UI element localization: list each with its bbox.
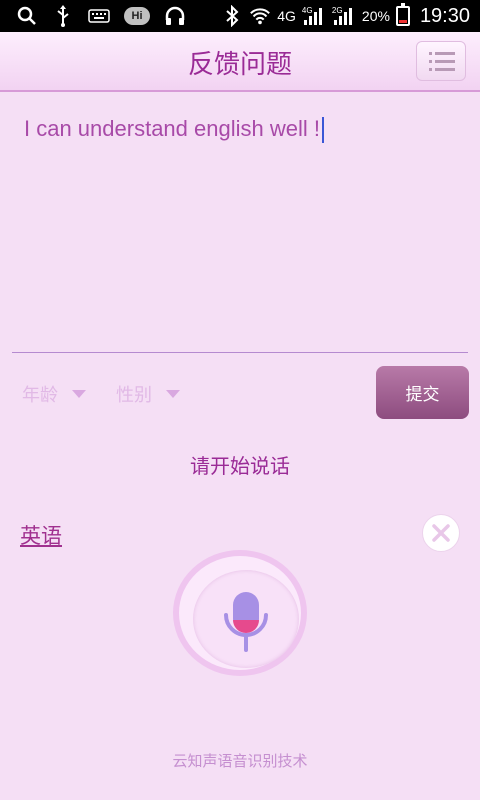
signal-1-label: 4G: [301, 6, 313, 15]
battery-percent: 20%: [361, 8, 390, 24]
signal-icon: 4G: [302, 5, 326, 27]
speak-prompt: 请开始说话: [190, 454, 290, 478]
headphones-icon: [164, 5, 186, 27]
feedback-text-input[interactable]: I can understand english well !: [12, 112, 468, 353]
hi-badge-icon: Hi: [124, 7, 150, 25]
title-bar: 反馈问题: [0, 32, 480, 92]
submit-button[interactable]: 提交: [376, 366, 469, 419]
battery-icon: [395, 3, 410, 26]
search-icon: [16, 5, 38, 27]
gender-label: 性别: [116, 385, 152, 406]
footer-credit: 云知声语音识别技术: [172, 752, 308, 770]
feedback-text: I can understand english well !: [24, 116, 324, 144]
chevron-down-icon: [72, 390, 86, 398]
clock: 19:30: [419, 4, 470, 27]
age-dropdown[interactable]: 年龄: [22, 380, 86, 408]
bluetooth-icon: [221, 5, 243, 27]
signal-2-label: 2G: [331, 6, 343, 15]
microphone-button[interactable]: [173, 550, 307, 676]
page-title: 反馈问题: [187, 50, 292, 80]
signal-icon-2: 2G: [332, 5, 356, 27]
menu-button[interactable]: [416, 41, 466, 81]
keyboard-icon: [88, 5, 110, 27]
usb-icon: [52, 5, 74, 27]
chevron-down-icon: [166, 390, 180, 398]
wifi-icon: [249, 5, 271, 27]
text-cursor: [321, 117, 324, 144]
close-button[interactable]: [422, 514, 460, 552]
feedback-text-value: I can understand english well !: [24, 116, 320, 141]
microphone-icon: [224, 592, 268, 652]
network-type: 4G: [277, 8, 296, 24]
status-bar: Hi 4G 4G 2G 20% 19:30: [0, 0, 480, 32]
age-label: 年龄: [22, 385, 58, 406]
close-icon: [432, 524, 450, 542]
status-left-icons: Hi: [16, 0, 186, 32]
language-link[interactable]: 英语: [20, 520, 62, 550]
status-right-icons: 4G 4G 2G 20% 19:30: [221, 0, 470, 32]
gender-dropdown[interactable]: 性别: [116, 380, 180, 408]
